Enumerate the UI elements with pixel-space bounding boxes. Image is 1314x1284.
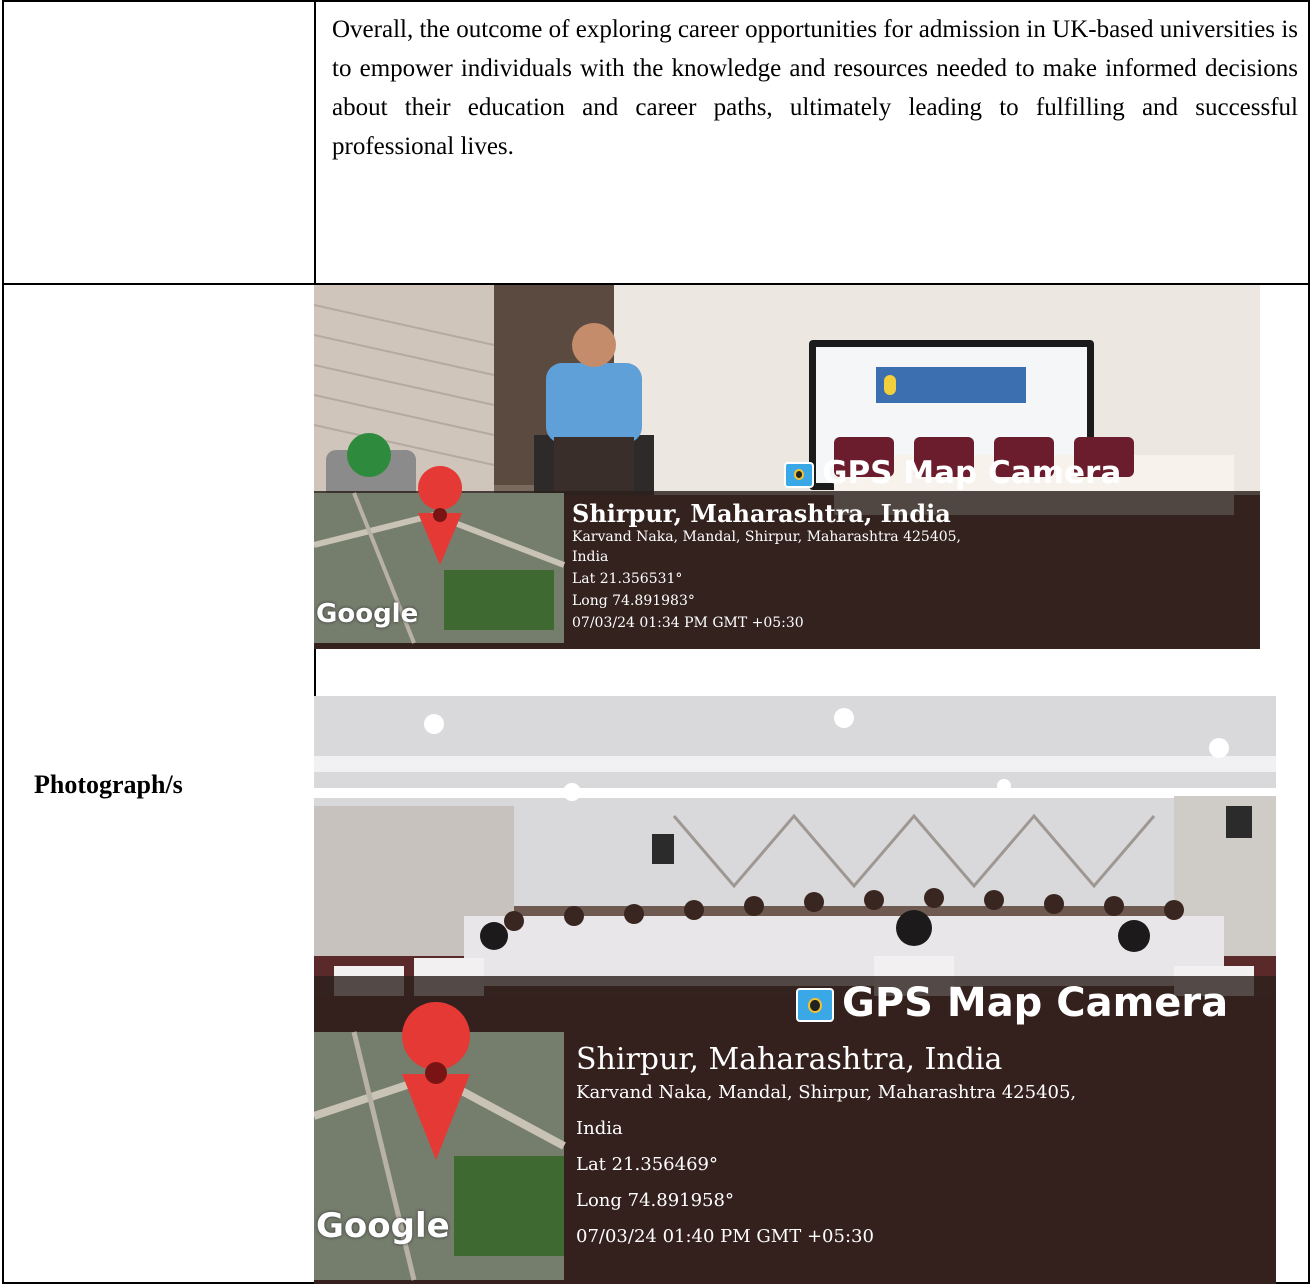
location-title: Shirpur, Maharashtra, India bbox=[576, 1042, 1003, 1077]
camera-icon bbox=[784, 461, 814, 488]
gps-brand-text: GPS Map Camera bbox=[822, 455, 1122, 491]
location-title: Shirpur, Maharashtra, India bbox=[572, 499, 951, 528]
outcome-paragraph: Overall, the outcome of exploring career… bbox=[332, 16, 1298, 160]
latitude: Lat 21.356531° bbox=[572, 571, 683, 587]
longitude: Long 74.891958° bbox=[576, 1190, 734, 1211]
outcome-label-cell bbox=[2, 0, 316, 285]
google-logo: Google bbox=[316, 1206, 450, 1246]
datetime: 07/03/24 01:40 PM GMT +05:30 bbox=[576, 1226, 874, 1247]
longitude: Long 74.891983° bbox=[572, 593, 695, 609]
gps-map-camera-brand: GPS Map Camera bbox=[784, 455, 1121, 491]
camera-icon bbox=[796, 988, 834, 1022]
gps-map-camera-brand: GPS Map Camera bbox=[796, 980, 1228, 1026]
outcome-text-cell: Overall, the outcome of exploring career… bbox=[314, 0, 1310, 285]
gps-brand-text: GPS Map Camera bbox=[842, 980, 1229, 1026]
location-country: India bbox=[576, 1118, 623, 1139]
geotagged-photo-1: Google GPS Map Camera Shirpur, Maharasht… bbox=[314, 285, 1260, 649]
google-logo: Google bbox=[316, 599, 419, 629]
geotagged-photo-2: Google GPS Map Camera Shirpur, Maharasht… bbox=[314, 696, 1276, 1284]
photographs-label: Photograph/s bbox=[34, 770, 183, 799]
outcome-row: Overall, the outcome of exploring career… bbox=[2, 0, 1310, 285]
location-country: India bbox=[572, 549, 609, 565]
latitude: Lat 21.356469° bbox=[576, 1154, 718, 1175]
location-address: Karvand Naka, Mandal, Shirpur, Maharasht… bbox=[576, 1082, 1077, 1103]
datetime: 07/03/24 01:34 PM GMT +05:30 bbox=[572, 615, 804, 631]
location-address: Karvand Naka, Mandal, Shirpur, Maharasht… bbox=[572, 529, 961, 545]
